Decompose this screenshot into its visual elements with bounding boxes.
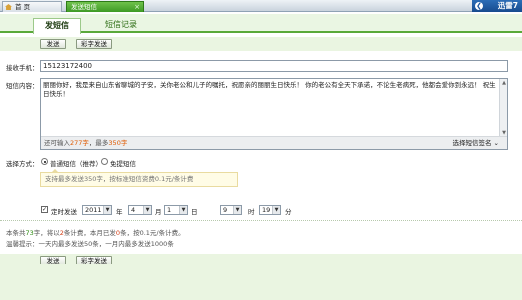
minute-unit: 分 (285, 208, 292, 216)
day-unit: 日 (191, 208, 198, 216)
tab-send-sms-label: 发送短信 (71, 3, 97, 11)
message-footer: 还可输入277字，最多350字 选择短信签名 ⌄ (41, 136, 507, 149)
double-chevron-down-icon: ⌄ (493, 139, 499, 147)
divider (0, 220, 522, 221)
year-unit: 年 (116, 208, 123, 216)
sms-page: 首 页 发送短信 × ❮ 迅雷7 发短信 短信记录 发送 彩字发送 接收手机： … (0, 0, 522, 300)
message-text: 丽丽你好，我是来自山东省聊城的子安，关你老公和儿子的嘱托，祝愿亲的丽丽生日快乐！… (43, 81, 496, 98)
day-value: 1 (167, 206, 172, 214)
counter-max: 350字 (108, 139, 128, 147)
window-tab-bar: 首 页 发送短信 × ❮ 迅雷7 (0, 0, 522, 12)
message-scrollbar[interactable]: ▲ ▼ (499, 79, 507, 137)
tab-home[interactable]: 首 页 (2, 1, 62, 12)
tab-send-sms[interactable]: 发送短信 × (66, 1, 144, 12)
month-select[interactable]: 4 ▼ (128, 205, 152, 215)
chevron-down-icon: ▼ (103, 206, 111, 214)
method-tip-text: 支持最多发送350字，按标准短信资费0.1元/条计费 (45, 175, 194, 183)
chevron-down-icon: ▼ (179, 206, 187, 214)
scroll-up-icon[interactable]: ▲ (501, 80, 507, 86)
year-select[interactable]: 2011 ▼ (82, 205, 112, 215)
method-tip: 支持最多发送350字，按标准短信资费0.1元/条计费 (40, 169, 238, 187)
send-button-top[interactable]: 发送 (40, 39, 66, 49)
timed-send-checkbox[interactable]: ✓ (41, 206, 48, 213)
tab-home-label: 首 页 (15, 3, 31, 11)
counter-remaining: 277字 (70, 139, 89, 147)
stats-chars: 73 (25, 229, 34, 237)
chevron-down-icon: ▼ (143, 206, 151, 214)
brand-logo[interactable]: ❮ 迅雷7 (472, 0, 522, 12)
color-send-button-top[interactable]: 彩字发送 (76, 39, 112, 49)
tip-arrow (51, 169, 59, 173)
minute-value: 19 (262, 206, 271, 214)
top-button-bar: 发送 彩字发送 (0, 37, 522, 51)
message-textarea[interactable]: 丽丽你好，我是来自山东省聊城的子安，关你老公和儿子的嘱托，祝愿亲的丽丽生日快乐！… (40, 78, 508, 150)
stats-tip: 温馨提示：一天内最多发送50条，一月内最多发送1000条 (6, 240, 174, 248)
year-value: 2011 (85, 206, 102, 214)
chevron-down-icon: ▼ (233, 206, 241, 214)
brand-name: 迅雷7 (497, 1, 518, 10)
bottom-panel (0, 264, 522, 300)
hour-unit: 时 (248, 208, 255, 216)
signature-label: 选择短信签名 (452, 139, 492, 147)
stats-prefix: 本条共 (6, 229, 26, 237)
stats-mid2: 条计费，本月已发 (63, 229, 116, 237)
phone-input[interactable]: 15123172400 (40, 60, 508, 72)
sms-subtabs: 发短信 短信记录 (0, 14, 522, 34)
content-label: 短信内容： (6, 82, 39, 90)
counter-prefix: 还可输入 (44, 139, 70, 147)
hour-select[interactable]: 9 ▼ (220, 205, 242, 215)
counter-middle: ，最多 (88, 139, 109, 147)
radio-free-label[interactable]: 免提短信 (110, 158, 136, 168)
hour-value: 9 (223, 206, 228, 214)
stats-suffix: 条，按0.1元/条计费。 (120, 229, 185, 237)
stats-line: 本条共73字，将以2条计费，本月已发0条，按0.1元/条计费。 (6, 227, 185, 237)
chevron-down-icon: ▼ (272, 206, 280, 214)
signature-select[interactable]: 选择短信签名 ⌄ (452, 137, 499, 149)
day-select[interactable]: 1 ▼ (164, 205, 188, 215)
month-value: 4 (131, 206, 136, 214)
tab-message-records[interactable]: 短信记录 (96, 18, 146, 32)
minute-select[interactable]: 19 ▼ (259, 205, 281, 215)
home-icon (5, 4, 12, 10)
radio-free[interactable] (101, 158, 108, 165)
timed-send-label: 定时发送 (51, 208, 77, 216)
method-label: 选择方式： (6, 160, 39, 168)
month-unit: 月 (155, 208, 162, 216)
radio-normal-label[interactable]: 普通短信（推荐） (50, 158, 102, 168)
tab-send-message[interactable]: 发短信 (33, 18, 81, 34)
phone-label: 接收手机： (6, 64, 39, 72)
radio-normal[interactable] (41, 158, 48, 165)
back-arrow-icon: ❮ (475, 2, 483, 10)
stats-mid1: 字，将以 (33, 229, 60, 237)
close-icon[interactable]: × (134, 2, 140, 12)
